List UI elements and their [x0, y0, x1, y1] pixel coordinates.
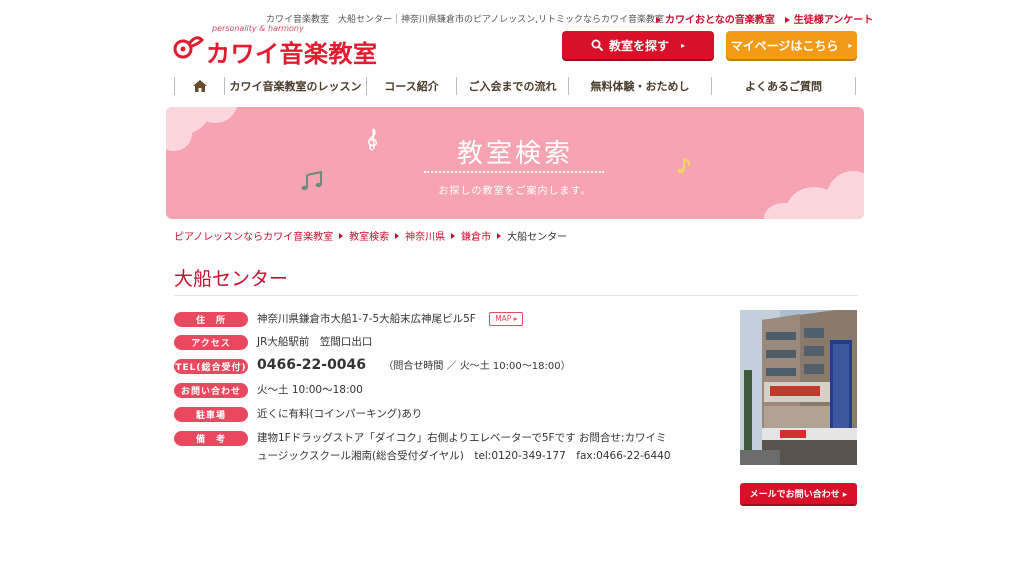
info-row-address: 住 所 神奈川県鎌倉市大船1-7-5大船末広神尾ビル5F MAP ▸: [174, 310, 524, 328]
top-links: カワイおとなの音楽教室 生徒様アンケート: [656, 11, 873, 26]
access-value: JR大船駅前 笠間口出口: [257, 336, 373, 348]
arrow-right-icon: ▸: [848, 40, 853, 50]
breadcrumb-current: 大船センター: [507, 232, 568, 243]
parking-label: 駐車場: [174, 407, 248, 422]
tel-hours: （問合せ時間 ／ 火〜土 10:00〜18:00）: [383, 361, 571, 372]
nav-home[interactable]: [174, 77, 224, 95]
arrow-right-icon: [784, 17, 790, 23]
building-photo: [740, 310, 857, 465]
hero-banner: 教室検索 お探しの教室をご案内します。: [166, 107, 864, 219]
logo-mark-icon: [173, 36, 205, 59]
access-label: アクセス: [174, 335, 248, 350]
title-divider: [174, 295, 858, 296]
breadcrumb-city[interactable]: 鎌倉市: [461, 228, 491, 243]
remarks-value: 建物1Fドラッグストア「ダイコク」右側よりエレベーターで5Fです お問合せ:カワ…: [257, 432, 671, 462]
inquiry-label: お問い合わせ: [174, 383, 248, 398]
nav-free-trial[interactable]: 無料体験・おためし: [568, 77, 711, 95]
inquiry-value: 火〜土 10:00〜18:00: [257, 384, 363, 396]
info-row-inquiry: お問い合わせ 火〜土 10:00〜18:00: [174, 383, 363, 399]
nav-faq[interactable]: よくあるご質問: [711, 77, 856, 95]
breadcrumb-home[interactable]: ピアノレッスンならカワイ音楽教室: [174, 228, 333, 243]
parking-value: 近くに有料(コインパーキング)あり: [257, 408, 423, 420]
info-row-access: アクセス JR大船駅前 笠間口出口: [174, 335, 372, 351]
page-title: 大船センター: [174, 268, 289, 290]
banner-divider: [424, 171, 604, 173]
breadcrumb-arrow-icon: [451, 232, 456, 239]
mypage-button[interactable]: マイページはこちら ▸: [726, 31, 857, 59]
info-row-remarks: 備 考 建物1Fドラッグストア「ダイコク」右側よりエレベーターで5Fです お問合…: [174, 431, 671, 465]
remarks-label: 備 考: [174, 431, 248, 446]
main-nav: カワイ音楽教室のレッスン コース紹介 ご入会までの流れ 無料体験・おためし よく…: [174, 74, 858, 98]
building-illustration: [740, 310, 857, 465]
nav-courses[interactable]: コース紹介: [366, 77, 456, 95]
breadcrumb-school-search[interactable]: 教室検索: [349, 228, 389, 243]
tel-number[interactable]: 0466-22-0046: [257, 357, 366, 373]
nav-lessons[interactable]: カワイ音楽教室のレッスン: [224, 77, 366, 95]
breadcrumb: ピアノレッスンならカワイ音楽教室 教室検索 神奈川県 鎌倉市 大船センター: [174, 228, 567, 243]
banner-title: 教室検索: [456, 139, 573, 169]
logo-subtitle: personality & harmony: [212, 24, 304, 33]
breadcrumb-prefecture[interactable]: 神奈川県: [405, 228, 445, 243]
banner-subtitle: お探しの教室をご案内します。: [438, 186, 592, 197]
tel-value: 0466-22-0046 （問合せ時間 ／ 火〜土 10:00〜18:00）: [257, 356, 571, 376]
top-link-survey[interactable]: 生徒様アンケート: [784, 11, 873, 26]
map-button[interactable]: MAP ▸: [489, 312, 524, 326]
top-link-adult-school[interactable]: カワイおとなの音楽教室: [656, 11, 775, 26]
email-inquiry-button[interactable]: メールでお問い合わせ ▸: [740, 483, 857, 504]
search-icon: [591, 39, 603, 51]
info-row-parking: 駐車場 近くに有料(コインパーキング)あり: [174, 407, 422, 423]
address-value: 神奈川県鎌倉市大船1-7-5大船末広神尾ビル5F MAP ▸: [257, 310, 524, 328]
breadcrumb-arrow-icon: [339, 232, 344, 239]
arrow-right-icon: ▸: [681, 40, 686, 50]
nav-enrollment-flow[interactable]: ご入会までの流れ: [456, 77, 568, 95]
breadcrumb-arrow-icon: [497, 232, 502, 239]
logo-text: カワイ音楽教室: [206, 40, 378, 68]
breadcrumb-arrow-icon: [395, 232, 400, 239]
tel-label: TEL(総合受付): [174, 359, 248, 374]
arrow-right-icon: [656, 17, 661, 23]
address-label: 住 所: [174, 312, 248, 327]
find-school-button[interactable]: 教室を探す ▸: [562, 31, 714, 59]
info-row-tel: TEL(総合受付) 0466-22-0046 （問合せ時間 ／ 火〜土 10:0…: [174, 356, 571, 376]
site-logo[interactable]: personality & harmony カワイ音楽教室: [172, 24, 382, 68]
home-icon: [192, 80, 207, 92]
